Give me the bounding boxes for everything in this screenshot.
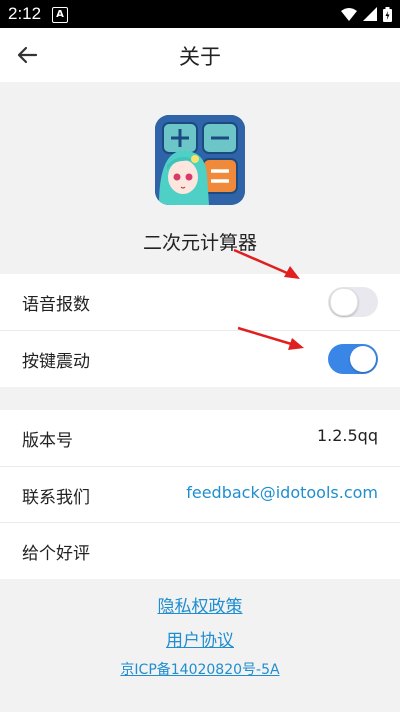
version-value: 1.2.5qq — [316, 426, 378, 445]
contact-row[interactable]: 联系我们 feedback@idotools.com — [0, 467, 400, 523]
notification-icon: A — [52, 7, 68, 23]
rate-row[interactable]: 给个好评 — [0, 523, 400, 579]
annotation-arrow-icon — [233, 248, 300, 279]
icp-link[interactable]: 京ICP备14020820号-5A — [0, 659, 400, 679]
contact-label: 联系我们 — [22, 488, 90, 508]
voice-row[interactable]: 语音报数 — [0, 274, 400, 330]
vibrate-toggle[interactable] — [328, 344, 378, 374]
voice-toggle[interactable] — [328, 287, 378, 317]
version-row: 版本号 1.2.5qq — [0, 410, 400, 466]
user-agreement-link[interactable]: 用户协议 — [0, 626, 400, 651]
wifi-icon — [341, 8, 357, 21]
contact-email-link[interactable]: feedback@idotools.com — [186, 483, 378, 502]
status-time: 2:12 — [8, 4, 42, 23]
top-bar: 关于 — [0, 28, 400, 82]
page-title: 关于 — [179, 45, 221, 69]
annotation-arrow-icon — [237, 326, 304, 350]
status-icons — [341, 6, 392, 22]
vibrate-row[interactable]: 按键震动 — [0, 331, 400, 387]
toggle-knob — [330, 288, 358, 316]
toggle-knob — [350, 346, 376, 372]
status-bar: 2:12 A — [0, 0, 400, 28]
app-name: 二次元计算器 — [142, 232, 257, 254]
calculator-anime-app-icon — [155, 115, 245, 205]
version-label: 版本号 — [22, 431, 73, 451]
rate-label: 给个好评 — [22, 544, 90, 564]
battery-icon — [383, 6, 392, 22]
vibrate-label: 按键震动 — [22, 352, 90, 372]
signal-icon — [363, 7, 377, 21]
voice-label: 语音报数 — [22, 295, 90, 315]
privacy-policy-link[interactable]: 隐私权政策 — [0, 592, 400, 617]
